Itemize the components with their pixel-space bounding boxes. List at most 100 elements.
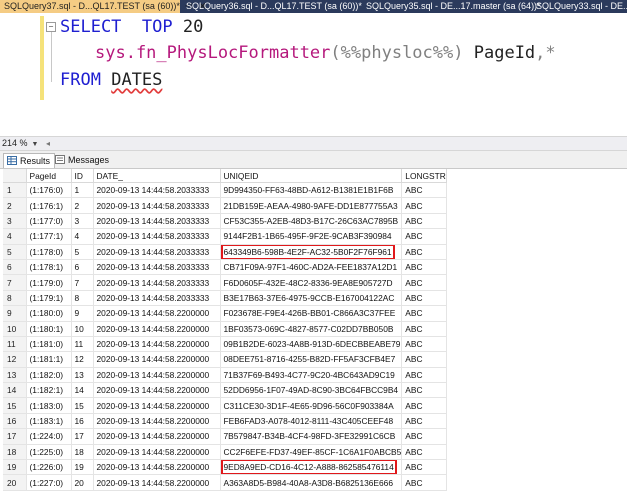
table-row[interactable]: 2 (1:176:1) 2 2020-09-13 14:44:58.2033333 21…: [3, 197, 448, 214]
table-row[interactable]: 1 (1:176:0) 1 2020-09-13 14:44:58.2033333 9D…: [3, 182, 448, 199]
table-cell[interactable]: ABC: [401, 459, 448, 476]
table-cell[interactable]: ABC: [401, 428, 448, 445]
table-cell[interactable]: 2020-09-13 14:44:58.2033333: [93, 213, 221, 230]
table-cell[interactable]: 15: [71, 397, 94, 414]
table-cell[interactable]: CC2F6EFE-FD37-49EF-85CF-1C6A1F0ABCB5: [220, 444, 403, 461]
table-cell[interactable]: F6D0605F-432E-48C2-8336-9EA8E905727D: [220, 274, 403, 291]
row-number-cell[interactable]: 9: [3, 305, 27, 322]
table-cell[interactable]: ABC: [401, 321, 448, 337]
table-cell[interactable]: (1:225:0): [26, 444, 72, 461]
table-cell[interactable]: 2020-09-13 14:44:58.2200000: [93, 351, 221, 368]
table-cell[interactable]: ABC: [401, 397, 448, 414]
table-cell[interactable]: 2020-09-13 14:44:58.2200000: [93, 459, 221, 476]
table-cell[interactable]: (1:227:0): [26, 474, 72, 491]
table-row[interactable]: 15 (1:183:0) 15 2020-09-13 14:44:58.2200000…: [3, 397, 448, 414]
row-number-cell[interactable]: 18: [3, 444, 27, 461]
row-number-cell[interactable]: 3: [3, 213, 27, 230]
table-cell[interactable]: B3E17B63-37E6-4975-9CCB-E167004122AC: [220, 290, 403, 307]
query-editor[interactable]: − SELECT TOP 20 sys.fn_PhysLocFormatter(…: [0, 13, 627, 136]
table-row[interactable]: 14 (1:182:1) 14 2020-09-13 14:44:58.2200000…: [3, 382, 448, 399]
table-cell[interactable]: (1:178:1): [26, 259, 72, 276]
table-cell[interactable]: 9D994350-FF63-48BD-A612-B1381E1B1F6B: [220, 182, 403, 199]
table-cell[interactable]: 2020-09-13 14:44:58.2033333: [93, 182, 221, 199]
table-cell[interactable]: 2020-09-13 14:44:58.2033333: [93, 290, 221, 307]
tab-results[interactable]: Results: [3, 153, 56, 168]
row-number-cell[interactable]: 10: [3, 321, 27, 337]
row-number-cell[interactable]: 4: [3, 228, 27, 245]
table-cell[interactable]: 2020-09-13 14:44:58.2033333: [93, 228, 221, 245]
table-cell[interactable]: 9: [71, 305, 94, 322]
table-cell[interactable]: 21DB159E-AEAA-4980-9AFE-DD1E877755A3: [220, 197, 403, 214]
table-cell[interactable]: ABC: [401, 336, 448, 353]
column-header[interactable]: DATE_: [93, 169, 221, 183]
column-header[interactable]: LONGSTR: [401, 169, 448, 183]
tab-sqlquery35[interactable]: SQLQuery35.sql - DE...17.master (sa (64)…: [366, 0, 541, 13]
row-number-cell[interactable]: 13: [3, 367, 27, 384]
table-cell[interactable]: ABC: [401, 351, 448, 368]
table-cell[interactable]: 2020-09-13 14:44:58.2200000: [93, 444, 221, 461]
table-cell[interactable]: F023678E-F9E4-426B-BB01-C866A3C37FEE: [220, 305, 403, 322]
table-cell[interactable]: 2020-09-13 14:44:58.2200000: [93, 336, 221, 353]
table-cell[interactable]: 17: [71, 428, 94, 445]
table-row[interactable]: 16 (1:183:1) 16 2020-09-13 14:44:58.2200000…: [3, 413, 448, 430]
table-cell[interactable]: (1:179:1): [26, 290, 72, 307]
table-cell[interactable]: 18: [71, 444, 94, 461]
table-cell[interactable]: 7B579847-B34B-4CF4-98FD-3FE32991C6CB: [220, 428, 403, 445]
table-cell[interactable]: CB71F09A-97F1-460C-AD2A-FEE1837A12D1: [220, 259, 403, 276]
table-cell[interactable]: CF53C355-A2EB-48D3-B17C-26C63AC7895B: [220, 213, 403, 230]
table-cell[interactable]: (1:176:1): [26, 197, 72, 214]
table-row[interactable]: 5 (1:178:0) 5 2020-09-13 14:44:58.2033333 64…: [3, 244, 448, 260]
table-cell[interactable]: ABC: [401, 290, 448, 307]
table-cell[interactable]: ABC: [401, 367, 448, 384]
table-row[interactable]: 8 (1:179:1) 8 2020-09-13 14:44:58.2033333 B3…: [3, 290, 448, 307]
table-cell[interactable]: (1:177:1): [26, 228, 72, 245]
table-cell[interactable]: (1:224:0): [26, 428, 72, 445]
table-cell[interactable]: (1:178:0): [26, 244, 72, 260]
table-cell[interactable]: ABC: [401, 382, 448, 399]
row-number-cell[interactable]: 7: [3, 274, 27, 291]
row-number-cell[interactable]: 16: [3, 413, 27, 430]
table-cell[interactable]: ABC: [401, 305, 448, 322]
table-cell[interactable]: 2020-09-13 14:44:58.2033333: [93, 197, 221, 214]
table-cell[interactable]: ABC: [401, 444, 448, 461]
table-cell[interactable]: ABC: [401, 474, 448, 491]
table-row[interactable]: 18 (1:225:0) 18 2020-09-13 14:44:58.2200000…: [3, 444, 448, 461]
column-header[interactable]: PageId: [26, 169, 72, 183]
table-cell[interactable]: 20: [71, 474, 94, 491]
table-cell[interactable]: 2: [71, 197, 94, 214]
table-cell[interactable]: 11: [71, 336, 94, 353]
table-cell[interactable]: 2020-09-13 14:44:58.2033333: [93, 274, 221, 291]
highlighted-cell[interactable]: 9ED8A9ED-CD16-4C12-A888-862585476114: [220, 459, 403, 476]
row-number-cell[interactable]: 12: [3, 351, 27, 368]
table-cell[interactable]: (1:176:0): [26, 182, 72, 199]
column-header[interactable]: ID: [71, 169, 94, 183]
table-cell[interactable]: (1:183:1): [26, 413, 72, 430]
table-cell[interactable]: (1:181:0): [26, 336, 72, 353]
table-cell[interactable]: A363A8D5-B984-40A8-A3D8-B6825136E666: [220, 474, 403, 491]
table-row[interactable]: 6 (1:178:1) 6 2020-09-13 14:44:58.2033333 CB…: [3, 259, 448, 276]
results-grid[interactable]: PageId ID DATE_ UNIQEID LONGSTR 1 (1:176:…: [3, 169, 623, 491]
table-cell[interactable]: (1:182:0): [26, 367, 72, 384]
table-row[interactable]: 7 (1:179:0) 7 2020-09-13 14:44:58.2033333 F6…: [3, 274, 448, 291]
table-cell[interactable]: 71B37F69-B493-4C77-9C20-4BC643AD9C19: [220, 367, 403, 384]
row-number-cell[interactable]: 19: [3, 459, 27, 476]
table-cell[interactable]: 2020-09-13 14:44:58.2200000: [93, 413, 221, 430]
table-cell[interactable]: (1:177:0): [26, 213, 72, 230]
row-number-cell[interactable]: 15: [3, 397, 27, 414]
scroll-left-icon[interactable]: ◂: [46, 138, 50, 149]
table-cell[interactable]: ABC: [401, 259, 448, 276]
table-cell[interactable]: ABC: [401, 228, 448, 245]
table-cell[interactable]: (1:182:1): [26, 382, 72, 399]
table-row[interactable]: 20 (1:227:0) 20 2020-09-13 14:44:58.2200000…: [3, 474, 448, 491]
table-cell[interactable]: ABC: [401, 244, 448, 260]
table-row[interactable]: 13 (1:182:0) 13 2020-09-13 14:44:58.2200000…: [3, 367, 448, 384]
table-cell[interactable]: 9144F2B1-1B65-495F-9F2E-9CAB3F390984: [220, 228, 403, 245]
table-row[interactable]: 11 (1:181:0) 11 2020-09-13 14:44:58.2200000…: [3, 336, 448, 353]
row-number-cell[interactable]: 8: [3, 290, 27, 307]
table-cell[interactable]: 7: [71, 274, 94, 291]
table-cell[interactable]: ABC: [401, 213, 448, 230]
table-cell[interactable]: (1:226:0): [26, 459, 72, 476]
table-cell[interactable]: 1BF03573-069C-4827-8577-C02DD7BB050B: [220, 321, 403, 337]
table-cell[interactable]: 2020-09-13 14:44:58.2200000: [93, 305, 221, 322]
tab-messages[interactable]: Messages: [52, 153, 113, 167]
